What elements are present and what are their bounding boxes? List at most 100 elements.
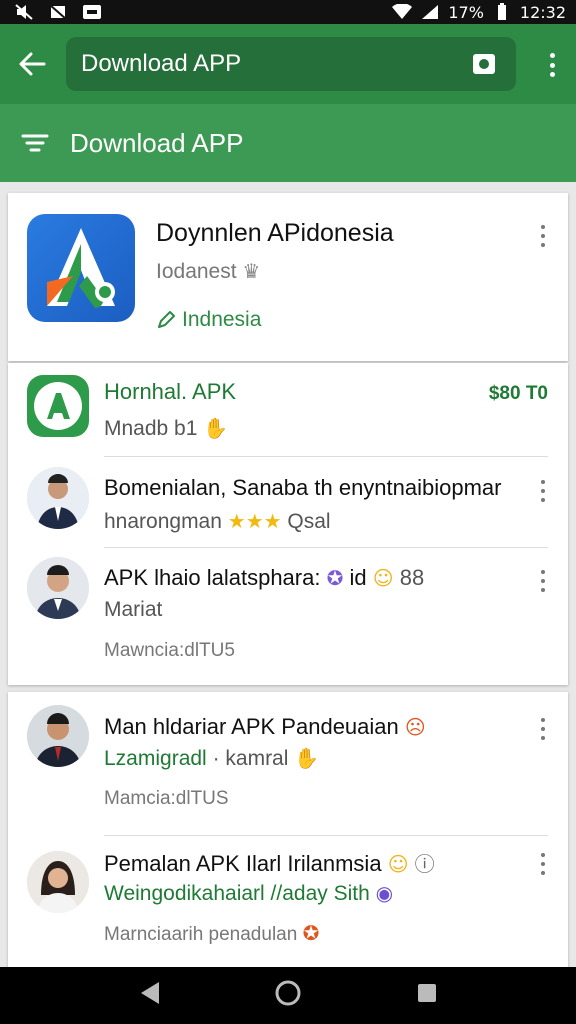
dot-icon <box>541 727 545 731</box>
featured-app-subtitle: Iodanest ♛ <box>156 259 260 284</box>
hand-icon: ✋ <box>203 416 229 440</box>
star-rating: ★★★ <box>227 509 282 533</box>
dot-icon <box>541 243 545 247</box>
list-item[interactable]: Bomenialan, Sanaba th enyntnaibiopmar hn… <box>8 457 568 547</box>
list-item-title-suffix: id <box>349 565 367 590</box>
list-item[interactable]: Man hldariar APK Pandeuaian ☹ Lzamigradl… <box>8 692 568 835</box>
list-item-title-text: Man hldariar APK Pandeuaian <box>104 714 399 739</box>
more-vert-button[interactable] <box>535 223 551 249</box>
avatar <box>27 851 89 913</box>
list-item[interactable]: Pemalan APK Ilarl Irilanmsia ☺ ⓘ Weingod… <box>8 836 568 967</box>
info-icon: ⓘ <box>414 852 435 876</box>
list-item-title: Bomenialan, Sanaba th enyntnaibiopmar <box>104 475 502 500</box>
back-button[interactable] <box>0 24 64 104</box>
no-sound-icon <box>14 3 34 21</box>
smile-emoji-icon: ☺ <box>372 566 394 590</box>
list-item-subtitle-text: Lzamigradl <box>104 747 207 770</box>
app-icon <box>27 375 89 437</box>
battery-level: 17% <box>448 2 484 22</box>
clock: 12:32 <box>519 2 566 22</box>
person-avatar <box>27 467 89 529</box>
list-item-title-text: Pemalan APK Ilarl Irilanmsia <box>104 851 382 876</box>
dot-icon <box>541 570 545 574</box>
dot-icon <box>541 489 545 493</box>
rating-text: Qsal <box>287 510 331 533</box>
list-item-title-text: APK lhaio lalatsphara: <box>104 565 321 590</box>
dot-icon <box>541 498 545 502</box>
price-label: $80 T0 <box>488 383 548 404</box>
status-left <box>14 3 102 21</box>
list-item-title: Man hldariar APK Pandeuaian ☹ <box>104 714 426 740</box>
section-title: Download APP <box>70 127 244 158</box>
app-list-card: Man hldariar APK Pandeuaian ☹ Lzamigradl… <box>8 692 568 967</box>
person-avatar <box>27 557 89 619</box>
list-item-title: Hornhal. APK <box>104 379 237 404</box>
message-icon <box>82 3 102 21</box>
search-input[interactable]: Download APP <box>66 37 516 91</box>
angry-emoji-icon: ☹ <box>404 715 426 739</box>
status-right: 17% 12:32 <box>392 3 566 22</box>
dot-icon <box>541 862 545 866</box>
section-header: Download APP <box>0 104 576 182</box>
list-item-subtitle: Mariat <box>104 598 163 621</box>
avatar <box>27 467 89 529</box>
recents-nav-button[interactable] <box>415 981 439 1010</box>
list-item-title-tail: 88 <box>399 565 425 590</box>
badge-icon: ✪ <box>326 566 344 590</box>
pencil-icon <box>158 311 175 328</box>
square-recents-icon <box>418 984 437 1002</box>
featured-app-region-label: Indnesia <box>182 308 262 331</box>
person-avatar <box>27 851 89 913</box>
dot-icon <box>541 480 545 484</box>
list-item-subtitle: hnarongman ★★★ Qsal <box>104 509 331 534</box>
dot-icon <box>541 718 545 722</box>
filter-menu-button[interactable] <box>0 132 70 154</box>
dot-icon <box>541 234 545 238</box>
app-logo-icon <box>47 228 115 309</box>
list-item-title: Pemalan APK Ilarl Irilanmsia ☺ ⓘ <box>104 848 435 877</box>
list-item-subtitle-text: hnarongman <box>104 510 222 533</box>
avatar <box>27 557 89 619</box>
camera-icon <box>473 54 495 74</box>
more-vert-button[interactable] <box>535 478 551 504</box>
list-item[interactable]: Hornhal. APK Mnadb b1 ✋ $80 T0 <box>8 363 568 455</box>
search-text: Download APP <box>81 50 242 77</box>
list-item-subtitle: Weingodikahaiarl //aday Sith ◉ <box>104 881 393 906</box>
list-item-subtitle-text: Mnadb b1 <box>104 417 198 440</box>
globe-icon: ◉ <box>375 881 394 905</box>
list-item-meta: Marnciaarih penadulan ✪ <box>104 921 319 946</box>
filter-icon <box>21 134 49 152</box>
person-avatar <box>27 705 89 767</box>
list-item-subtitle-text: Weingodikahaiarl //aday Sith <box>104 882 370 905</box>
wifi-icon <box>392 3 413 21</box>
circle-home-icon <box>275 980 301 1006</box>
app-logo <box>27 214 135 322</box>
battery-icon <box>492 3 512 21</box>
featured-app-title: Doynnlen APidonesia <box>156 219 394 247</box>
list-item-subtitle: Lzamigradl · kamral ✋ <box>104 746 319 771</box>
home-nav-button[interactable] <box>274 979 302 1012</box>
more-vert-button[interactable] <box>535 716 551 742</box>
dot-icon <box>541 853 545 857</box>
status-bar: 17% 12:32 <box>0 0 576 24</box>
dot-icon <box>541 871 545 875</box>
more-vert-button[interactable] <box>535 568 551 594</box>
featured-app-region: Indnesia <box>156 308 261 332</box>
overflow-menu-button[interactable] <box>542 50 562 80</box>
back-nav-button[interactable] <box>137 980 161 1011</box>
app-bar: Download APP <box>0 24 576 104</box>
mute-icon <box>48 3 68 21</box>
badge-icon: ✪ <box>302 921 320 945</box>
camera-button[interactable] <box>460 40 508 88</box>
list-item[interactable]: APK lhaio lalatsphara: ✪ id ☺ 88 Mariat … <box>8 548 568 685</box>
app-list-card: Hornhal. APK Mnadb b1 ✋ $80 T0 Bomeniala… <box>8 363 568 685</box>
list-item-title: APK lhaio lalatsphara: ✪ id ☺ 88 <box>104 565 424 591</box>
more-vert-button[interactable] <box>535 851 551 877</box>
list-item-subtitle: Mnadb b1 ✋ <box>104 416 228 441</box>
smile-emoji-icon: ☺ <box>387 852 409 876</box>
arrow-left-icon <box>19 52 46 76</box>
dot-icon <box>549 72 555 77</box>
featured-app-card[interactable]: Doynnlen APidonesia Iodanest ♛ Indnesia <box>8 193 568 361</box>
dot-icon <box>549 62 555 68</box>
list-item-subtitle-tail: · kamral <box>212 747 289 770</box>
